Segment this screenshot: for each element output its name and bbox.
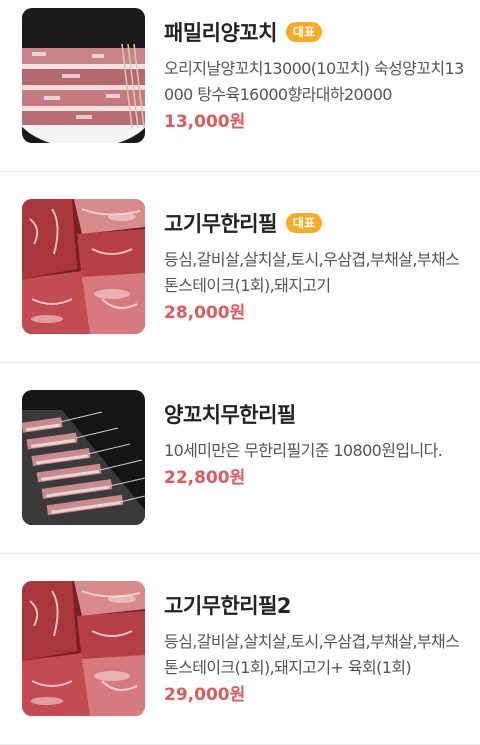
menu-item-description: 등심,갈비살,살치살,토시,우삼겹,부채살,부채스톤스테이크(1회),돼지고기+… [164,632,460,677]
menu-item-price: 29,000원 [164,685,246,705]
menu-item-price: 13,000원 [164,112,246,132]
menu-item-description: 10세미만은 무한리필기준 10800원입니다. [164,441,443,460]
menu-item-description: 등심,갈비살,살치살,토시,우삼겹,부채살,부채스톤스테이크(1회),돼지고기 [164,250,460,295]
menu-item-unlimited-lamb-skewer[interactable]: 양꼬치무한리필 10세미만은 무한리필기준 10800원입니다. 22,800원 [0,363,480,554]
menu-item-photo[interactable] [22,581,145,716]
raw-beef-platter-photo [22,581,145,716]
menu-item-title-row: 양꼬치무한리필 [164,398,468,430]
raw-beef-platter-photo [22,199,145,334]
lamb-skewers-tray-photo [22,390,145,525]
menu-item-unlimited-meat-2[interactable]: 고기무한리필2 등심,갈비살,살치살,토시,우삼겹,부채살,부채스톤스테이크(1… [0,554,480,745]
menu-item-title-row: 고기무한리필 대표 [164,207,468,239]
menu-item-title: 고기무한리필2 [164,594,292,618]
menu-item-photo[interactable] [22,390,145,525]
lamb-skewers-photo [22,8,145,143]
menu-item-info: 양꼬치무한리필 10세미만은 무한리필기준 10800원입니다. 22,800원 [164,398,468,490]
menu-item-title: 패밀리양꼬치 [164,21,277,45]
menu-item-title-row: 패밀리양꼬치 대표 [164,16,468,48]
menu-item-info: 패밀리양꼬치 대표 오리지날양꼬치13000(10꼬치) 숙성양꼬치13000 … [164,16,468,134]
menu-item-title-row: 고기무한리필2 [164,589,468,621]
menu-item-title: 양꼬치무한리필 [164,403,296,427]
menu-item-photo[interactable] [22,199,145,334]
menu-item-price: 28,000원 [164,303,246,323]
menu-item-info: 고기무한리필2 등심,갈비살,살치살,토시,우삼겹,부채살,부채스톤스테이크(1… [164,589,468,707]
menu-item-photo[interactable] [22,8,145,143]
signature-badge: 대표 [285,213,323,233]
menu-item-description: 오리지날양꼬치13000(10꼬치) 숙성양꼬치13000 탕수육16000향라… [164,59,464,104]
menu-item-family-lamb-skewer[interactable]: 패밀리양꼬치 대표 오리지날양꼬치13000(10꼬치) 숙성양꼬치13000 … [0,0,480,172]
menu-item-price: 22,800원 [164,468,246,488]
menu-item-info: 고기무한리필 대표 등심,갈비살,살치살,토시,우삼겹,부채살,부채스톤스테이크… [164,207,468,325]
menu-list: 패밀리양꼬치 대표 오리지날양꼬치13000(10꼬치) 숙성양꼬치13000 … [0,0,480,745]
signature-badge: 대표 [285,22,323,42]
menu-item-title: 고기무한리필 [164,212,277,236]
menu-item-unlimited-meat[interactable]: 고기무한리필 대표 등심,갈비살,살치살,토시,우삼겹,부채살,부채스톤스테이크… [0,172,480,363]
